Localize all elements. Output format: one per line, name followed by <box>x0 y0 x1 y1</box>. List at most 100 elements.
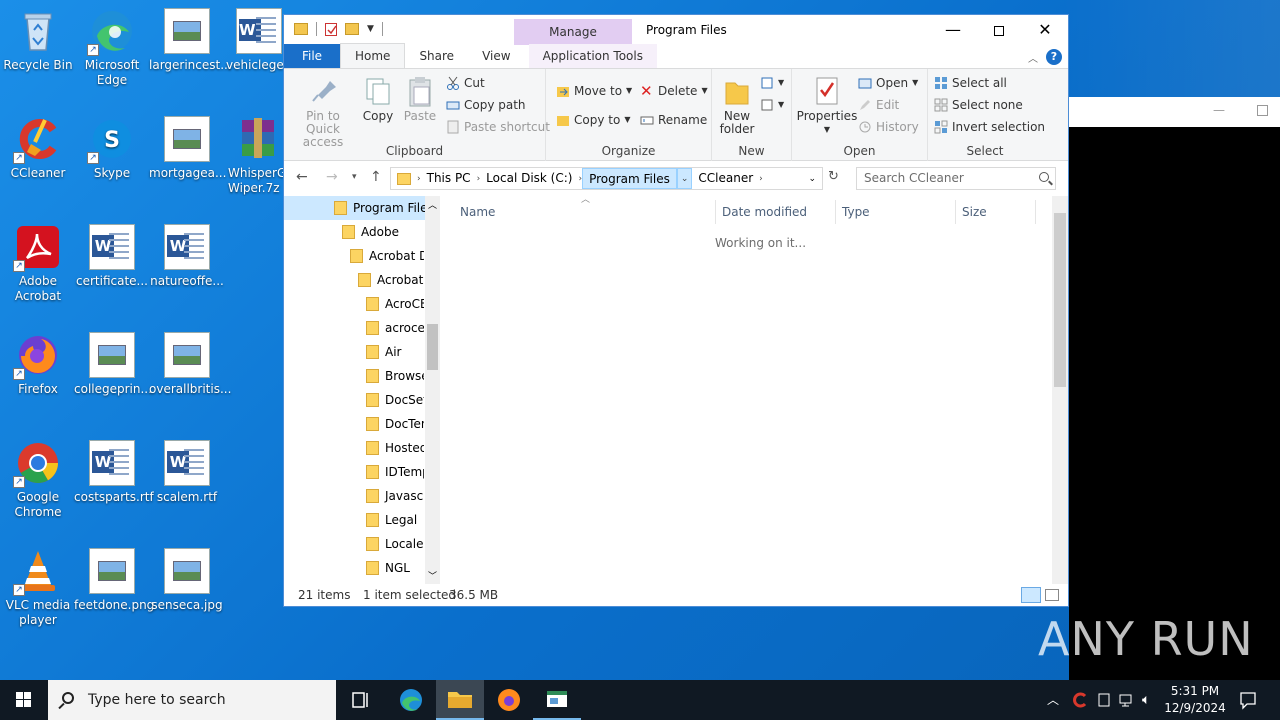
column-header-type[interactable]: Type <box>836 200 956 224</box>
scrollbar-thumb[interactable] <box>427 324 438 370</box>
scrollbar-thumb[interactable] <box>1054 213 1066 387</box>
rename-button[interactable]: Rename <box>640 110 707 130</box>
device-tray-icon[interactable] <box>1096 680 1112 720</box>
history-button[interactable]: History <box>858 117 919 137</box>
desktop-icon-senseca[interactable]: senseca.jpg <box>149 548 225 613</box>
tree-item-legal[interactable]: Legal <box>284 508 424 532</box>
desktop-icon-skype[interactable]: S ↗ Skype <box>74 116 150 181</box>
taskbar-running-app[interactable] <box>533 680 581 720</box>
file-list-pane[interactable]: ︿ Name Date modified Type Size Working o… <box>444 195 1068 584</box>
breadcrumb-program-files[interactable]: Program Files <box>582 168 677 189</box>
details-view-icon[interactable] <box>1021 587 1041 603</box>
select-all-button[interactable]: Select all <box>934 73 1007 93</box>
desktop-icon-largerincest[interactable]: largerincest... <box>149 8 232 73</box>
navigation-pane-scrollbar[interactable]: ︿ ﹀ <box>425 196 440 584</box>
copy-path-button[interactable]: Copy path <box>446 95 526 115</box>
background-window-titlebar[interactable]: — <box>1069 97 1280 127</box>
invert-selection-button[interactable]: Invert selection <box>934 117 1045 137</box>
background-window[interactable]: — <box>1069 97 1280 680</box>
window-titlebar[interactable]: ▼ Manage Program Files — ✕ <box>284 15 1068 45</box>
desktop-icon-overallbritis[interactable]: overallbritis... <box>149 332 231 397</box>
pin-to-quick-access-button[interactable]: Pin to Quick access <box>288 75 358 149</box>
tree-item-ngl[interactable]: NGL <box>284 556 424 580</box>
desktop-icon-costsparts[interactable]: W costsparts.rtf <box>74 440 154 505</box>
tree-item-javascripts[interactable]: Javascr <box>284 484 424 508</box>
tree-item-doctemplates[interactable]: DocTen <box>284 412 424 436</box>
chevron-right-icon[interactable]: › <box>759 174 763 184</box>
recent-locations-icon[interactable]: ▾ <box>352 172 357 182</box>
desktop-icon-feetdone[interactable]: feetdone.png <box>74 548 154 613</box>
column-header-size[interactable]: Size <box>956 200 1036 224</box>
tree-item-browser[interactable]: Browse <box>284 364 424 388</box>
file-list-scrollbar[interactable] <box>1052 196 1068 584</box>
desktop-icon-recycle-bin[interactable]: Recycle Bin <box>0 8 76 73</box>
tree-item-acrobat[interactable]: Acrobat <box>284 268 424 292</box>
desktop-icon-whispergate[interactable]: WhisperGa Wiper.7z <box>222 116 284 196</box>
network-icon[interactable] <box>1118 680 1134 720</box>
desktop-icon-vehiclegeo[interactable]: W vehiclegeo <box>222 8 284 73</box>
tree-item-idtemplates[interactable]: IDTemp <box>284 460 424 484</box>
minimize-button[interactable]: — <box>930 15 976 45</box>
desktop-icon-ccleaner[interactable]: ↗ CCleaner <box>0 116 76 181</box>
desktop-icon-certificate[interactable]: W certificate... <box>74 224 150 289</box>
tree-item-adobe[interactable]: Adobe <box>284 220 424 244</box>
tab-view[interactable]: View <box>468 44 524 68</box>
tree-item-acrobat-dc[interactable]: Acrobat D <box>284 244 424 268</box>
new-folder-button[interactable]: New folder <box>714 75 760 136</box>
maximize-icon[interactable] <box>1257 105 1268 116</box>
scroll-down-icon[interactable]: ﹀ <box>428 569 437 582</box>
address-dropdown-icon[interactable]: ⌄ <box>808 174 816 184</box>
customize-toolbar-icon[interactable]: ▼ <box>367 24 374 34</box>
taskbar-search-box[interactable]: Type here to search <box>48 680 336 720</box>
up-arrow-icon[interactable]: ↑ <box>370 169 382 185</box>
help-icon[interactable]: ? <box>1046 49 1062 65</box>
task-view-button[interactable] <box>336 680 384 720</box>
desktop-icon-collegeprin[interactable]: collegeprin... <box>74 332 152 397</box>
desktop-icon-google-chrome[interactable]: ↗ Google Chrome <box>0 440 76 520</box>
desktop-icon-adobe-acrobat[interactable]: ↗ Adobe Acrobat <box>0 224 76 304</box>
back-arrow-icon[interactable]: ← <box>296 169 308 185</box>
tab-file[interactable]: File <box>284 44 340 68</box>
new-item-button[interactable]: ▼ <box>760 73 784 93</box>
breadcrumb-ccleaner[interactable]: CCleaner <box>692 168 759 189</box>
refresh-icon[interactable]: ↻ <box>828 169 839 184</box>
column-header-name[interactable]: Name <box>454 200 716 224</box>
desktop-icon-mortgagea[interactable]: mortgagea... <box>149 116 226 181</box>
desktop-icon-edge[interactable]: ↗ Microsoft Edge <box>74 8 150 88</box>
tree-item-program-files[interactable]: Program Files <box>284 196 425 220</box>
system-clock[interactable]: 5:31 PM 12/9/2024 <box>1160 683 1230 717</box>
tree-item-acrocef[interactable]: acrocef <box>284 316 424 340</box>
navigation-pane[interactable]: Program Files Adobe Acrobat D Acrobat Ac… <box>284 196 440 584</box>
paste-shortcut-button[interactable]: Paste shortcut <box>446 117 550 137</box>
desktop-icon-firefox[interactable]: ↗ Firefox <box>0 332 76 397</box>
chevron-down-icon[interactable]: ⌄ <box>676 168 693 189</box>
start-button[interactable] <box>0 680 48 720</box>
cut-button[interactable]: Cut <box>446 73 485 93</box>
easy-access-button[interactable]: ▼ <box>760 95 784 115</box>
tree-item-locale[interactable]: Locale <box>284 532 424 556</box>
address-bar[interactable]: › This PC › Local Disk (C:) › Program Fi… <box>390 167 823 190</box>
file-explorer-window[interactable]: ▼ Manage Program Files — ✕ File Home Sha… <box>283 14 1069 607</box>
ccleaner-tray-icon[interactable] <box>1072 680 1088 720</box>
copy-to-button[interactable]: Copy to ▼ <box>556 110 630 130</box>
breadcrumb-local-disk[interactable]: Local Disk (C:) <box>480 168 578 189</box>
tab-application-tools[interactable]: Application Tools <box>528 44 657 68</box>
select-none-button[interactable]: Select none <box>934 95 1023 115</box>
tree-item-docsettings[interactable]: DocSet <box>284 388 424 412</box>
column-header-date-modified[interactable]: Date modified <box>716 200 836 224</box>
move-to-button[interactable]: Move to ▼ <box>556 81 632 101</box>
edit-button[interactable]: Edit <box>858 95 899 115</box>
close-button[interactable]: ✕ <box>1022 15 1068 45</box>
copy-button[interactable]: Copy <box>358 75 398 123</box>
tab-home[interactable]: Home <box>340 43 406 68</box>
tab-share[interactable]: Share <box>405 44 468 68</box>
paste-button[interactable]: Paste <box>400 75 440 123</box>
large-icons-view-icon[interactable] <box>1045 589 1059 601</box>
minimize-icon[interactable]: — <box>1213 103 1225 117</box>
maximize-button[interactable] <box>976 15 1022 45</box>
collapse-ribbon-icon[interactable]: ︿ <box>1028 50 1038 65</box>
tree-item-hosted[interactable]: Hosted <box>284 436 424 460</box>
scroll-up-icon[interactable]: ︿ <box>428 198 437 211</box>
new-folder-quick-icon[interactable] <box>345 23 359 35</box>
search-input[interactable]: Search CCleaner <box>856 167 1056 190</box>
